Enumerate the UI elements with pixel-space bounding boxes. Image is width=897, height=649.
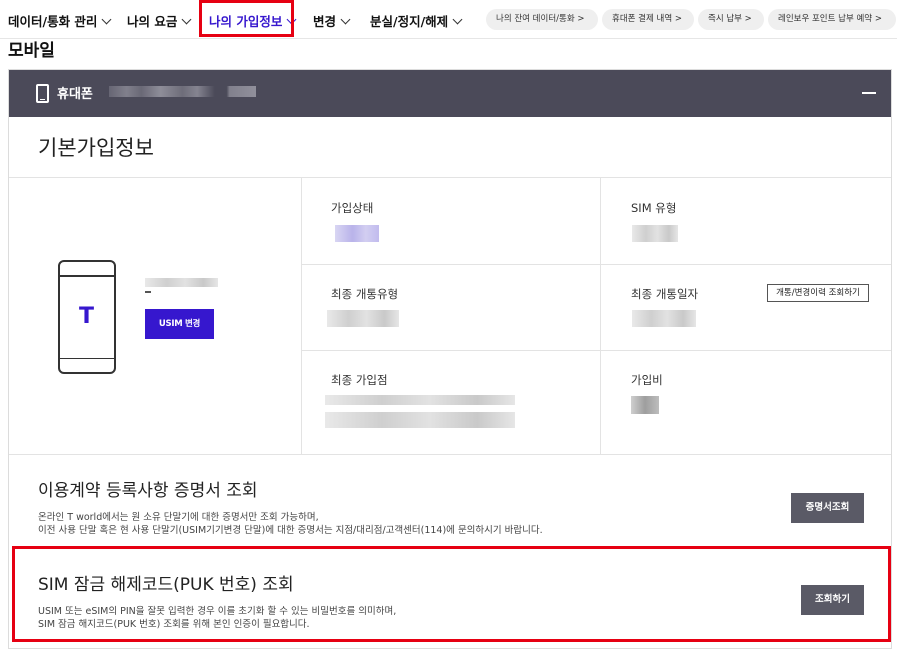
nav-label: 데이터/통화 관리 <box>8 14 98 29</box>
field-label-last-store: 최종 가입점 <box>331 373 388 387</box>
usim-change-button[interactable]: USIM 변경 <box>145 309 214 339</box>
field-value-sim-type-masked <box>632 225 678 242</box>
field-value-last-store-masked <box>325 395 515 405</box>
nav-lost-suspend[interactable]: 분실/정지/해제 <box>370 11 463 30</box>
chevron-down-icon <box>101 14 112 25</box>
field-value-last-store-masked <box>325 412 515 428</box>
nav-label: 변경 <box>313 14 337 29</box>
chevron-down-icon <box>181 14 192 25</box>
top-navigation: 데이터/통화 관리 나의 요금 나의 가입정보 변경 분실/정지/해제 나의 잔… <box>0 0 897 39</box>
field-value-join-fee-masked <box>631 396 659 414</box>
quick-link-instant-pay[interactable]: 즉시 납부 > <box>698 9 764 30</box>
field-label-join-fee: 가입비 <box>631 373 663 387</box>
open-history-button[interactable]: 개통/변경이력 조회하기 <box>767 284 869 302</box>
chevron-down-icon <box>340 14 351 25</box>
field-value-last-open-date-masked <box>632 310 696 327</box>
t-logo-icon: T <box>79 304 95 329</box>
chevron-down-icon <box>452 14 463 25</box>
page-section-title: 모바일 <box>8 41 55 61</box>
certificate-desc-line1: 온라인 T world에서는 원 소유 단말기에 대한 증명서만 조회 가능하며… <box>38 512 319 523</box>
phone-icon <box>36 84 49 103</box>
basic-info-title: 기본가입정보 <box>38 136 154 160</box>
field-label-last-open-type: 최종 개통유형 <box>331 287 399 301</box>
nav-data-call[interactable]: 데이터/통화 관리 <box>8 11 112 30</box>
divider <box>301 264 891 265</box>
field-label-status: 가입상태 <box>331 201 374 215</box>
device-type-label: 휴대폰 <box>57 87 93 102</box>
certificate-lookup-button[interactable]: 증명서조회 <box>791 493 864 523</box>
quick-link-rainbow-point[interactable]: 레인보우 포인트 납부 예약 > <box>768 9 896 30</box>
card-header: 휴대폰 <box>9 70 891 117</box>
divider <box>301 350 891 351</box>
divider <box>600 177 601 454</box>
collapse-icon[interactable] <box>862 92 876 94</box>
nav-label: 분실/정지/해제 <box>370 14 449 29</box>
phone-number-masked <box>109 86 256 97</box>
active-nav-highlight <box>199 0 294 37</box>
quick-link-payment-history[interactable]: 휴대폰 결제 내역 > <box>602 9 694 30</box>
divider <box>301 177 302 454</box>
quick-link-remaining-data[interactable]: 나의 잔여 데이터/통화 > <box>486 9 598 30</box>
field-value-last-open-type-masked <box>327 310 399 327</box>
nav-label: 나의 요금 <box>127 14 178 29</box>
device-model-masked <box>145 278 218 287</box>
phone-illustration: T <box>58 260 116 374</box>
puk-section-highlight <box>12 546 891 642</box>
field-value-status-masked <box>335 225 379 242</box>
nav-my-fee[interactable]: 나의 요금 <box>127 11 192 30</box>
phone-bottom-bar <box>60 357 114 359</box>
field-label-last-open-date: 최종 개통일자 <box>631 287 699 301</box>
device-model-masked <box>145 291 151 293</box>
nav-change[interactable]: 변경 <box>313 11 351 30</box>
divider <box>9 454 891 455</box>
certificate-title: 이용계약 등록사항 증명서 조회 <box>38 481 258 501</box>
divider <box>9 177 891 178</box>
field-label-sim-type: SIM 유형 <box>631 201 677 215</box>
certificate-desc-line2: 이전 사용 단말 혹은 현 사용 단말기(USIM기기변경 단말)에 대한 증명… <box>38 525 543 536</box>
phone-top-bar <box>60 275 114 277</box>
